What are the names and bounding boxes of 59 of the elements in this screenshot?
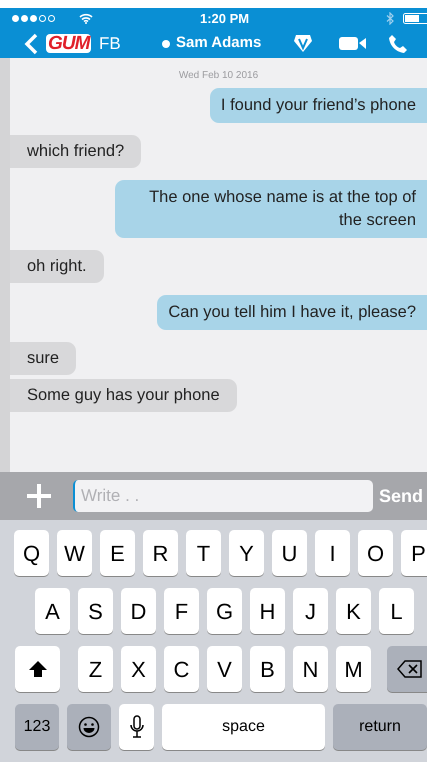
contact-name[interactable]: Sam Adams	[176, 32, 262, 55]
key[interactable]: S	[78, 588, 113, 634]
key[interactable]: V	[207, 646, 242, 692]
battery-icon	[403, 13, 427, 24]
key[interactable]: Q	[14, 530, 49, 576]
phone-icon[interactable]	[388, 34, 408, 54]
key[interactable]: Z	[78, 646, 113, 692]
shift-arrow-icon	[28, 660, 48, 678]
emoji-key[interactable]	[67, 704, 111, 750]
received-message-bubble: sure	[10, 342, 76, 375]
signal-icon	[12, 15, 55, 22]
key[interactable]: D	[121, 588, 156, 634]
received-message-bubble: Some guy has your phone	[10, 379, 237, 412]
message-input-field[interactable]: Write . .	[73, 480, 373, 512]
key[interactable]: G	[207, 588, 242, 634]
key[interactable]: E	[100, 530, 135, 576]
key[interactable]: R	[143, 530, 178, 576]
key[interactable]: H	[250, 588, 285, 634]
key[interactable]: N	[293, 646, 328, 692]
sent-message-bubble: The one whose name is at the top of the screen	[115, 180, 427, 238]
sent-message-bubble: I found your friend’s phone	[210, 88, 427, 123]
space-key[interactable]: space	[162, 704, 325, 750]
app-logo: GUM	[46, 34, 92, 53]
back-chevron-icon[interactable]	[24, 32, 38, 54]
key[interactable]: W	[57, 530, 92, 576]
video-camera-icon[interactable]	[339, 36, 367, 51]
received-message-bubble: which friend?	[10, 135, 142, 168]
bluetooth-icon	[386, 12, 394, 25]
key[interactable]: C	[164, 646, 199, 692]
key[interactable]: I	[315, 530, 350, 576]
shield-icon[interactable]	[293, 34, 313, 53]
status-time: 1:20 PM	[200, 10, 250, 28]
add-icon[interactable]	[25, 482, 53, 510]
wifi-icon	[79, 13, 93, 24]
return-key[interactable]: return	[333, 704, 427, 750]
key[interactable]: M	[336, 646, 371, 692]
key[interactable]: X	[121, 646, 156, 692]
microphone-icon	[130, 715, 144, 739]
key[interactable]: U	[272, 530, 307, 576]
shift-key[interactable]	[15, 646, 60, 692]
numbers-key[interactable]: 123	[15, 704, 59, 750]
key[interactable]: B	[250, 646, 285, 692]
key[interactable]: L	[379, 588, 414, 634]
key[interactable]: P	[401, 530, 427, 576]
key[interactable]: F	[164, 588, 199, 634]
key[interactable]: Y	[229, 530, 264, 576]
sent-message-bubble: Can you tell him I have it, please?	[157, 295, 427, 330]
backspace-icon	[397, 660, 423, 678]
microphone-key[interactable]	[119, 704, 154, 750]
key[interactable]: J	[293, 588, 328, 634]
key[interactable]: K	[336, 588, 371, 634]
account-label: FB	[99, 32, 121, 55]
smiley-icon	[78, 716, 100, 738]
backspace-key[interactable]	[387, 646, 427, 692]
key[interactable]: T	[186, 530, 221, 576]
key[interactable]: A	[35, 588, 70, 634]
key[interactable]: O	[358, 530, 393, 576]
received-message-bubble: oh right.	[10, 250, 104, 283]
date-label: Wed Feb 10 2016	[178, 69, 260, 83]
